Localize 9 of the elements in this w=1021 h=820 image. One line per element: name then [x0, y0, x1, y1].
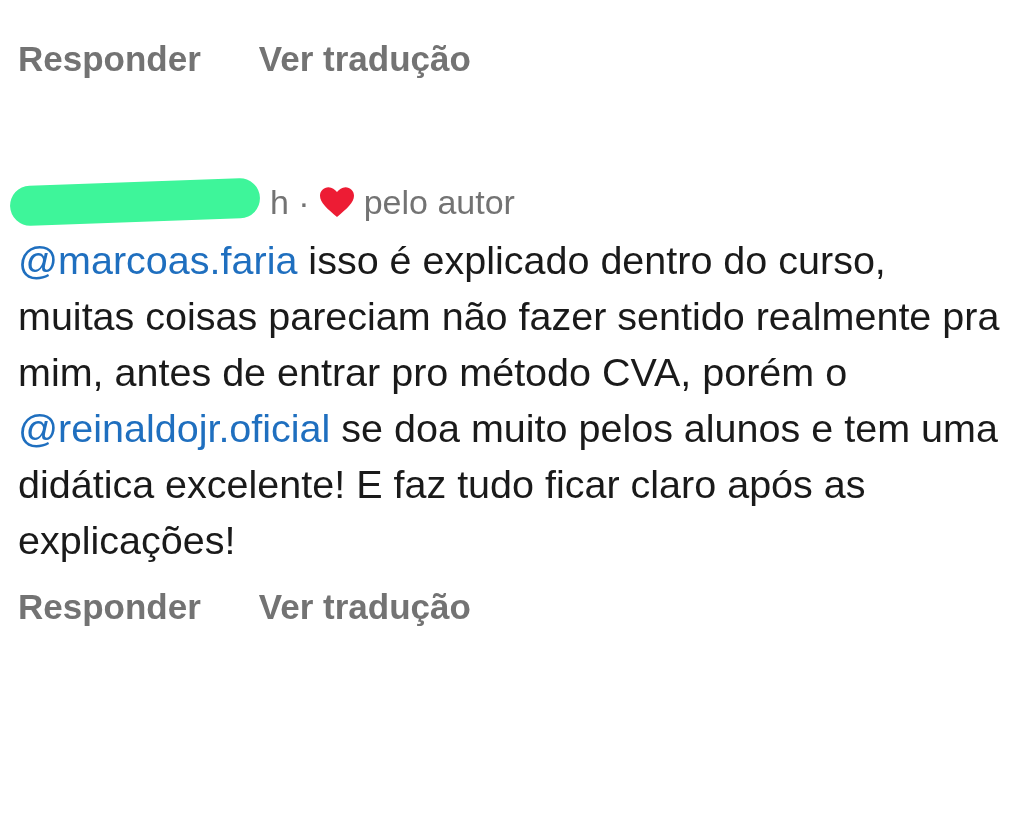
comment-text: @marcoas.faria isso é explicado dentro do curso, muitas coisas pareciam não fazer sentido realmente pra mim, antes de entrar pro método CVA, porém o @reinaldojr.oficial se doa muito pelos alunos e tem uma didática excelente! E faz tudo ficar claro após as explicações!	[18, 237, 1001, 564]
reply-link[interactable]: Responder	[18, 38, 201, 80]
mention-link[interactable]: @marcoas.faria	[18, 238, 298, 282]
comment-time: h ·	[270, 181, 310, 223]
translate-link[interactable]: Ver tradução	[258, 38, 471, 80]
liked-by-author-label: pelo autor	[363, 181, 515, 223]
reply-link[interactable]: Responder	[18, 586, 201, 628]
translate-link[interactable]: Ver tradução	[258, 586, 471, 628]
mention-link[interactable]: @reinaldojr.oficial	[18, 406, 331, 450]
